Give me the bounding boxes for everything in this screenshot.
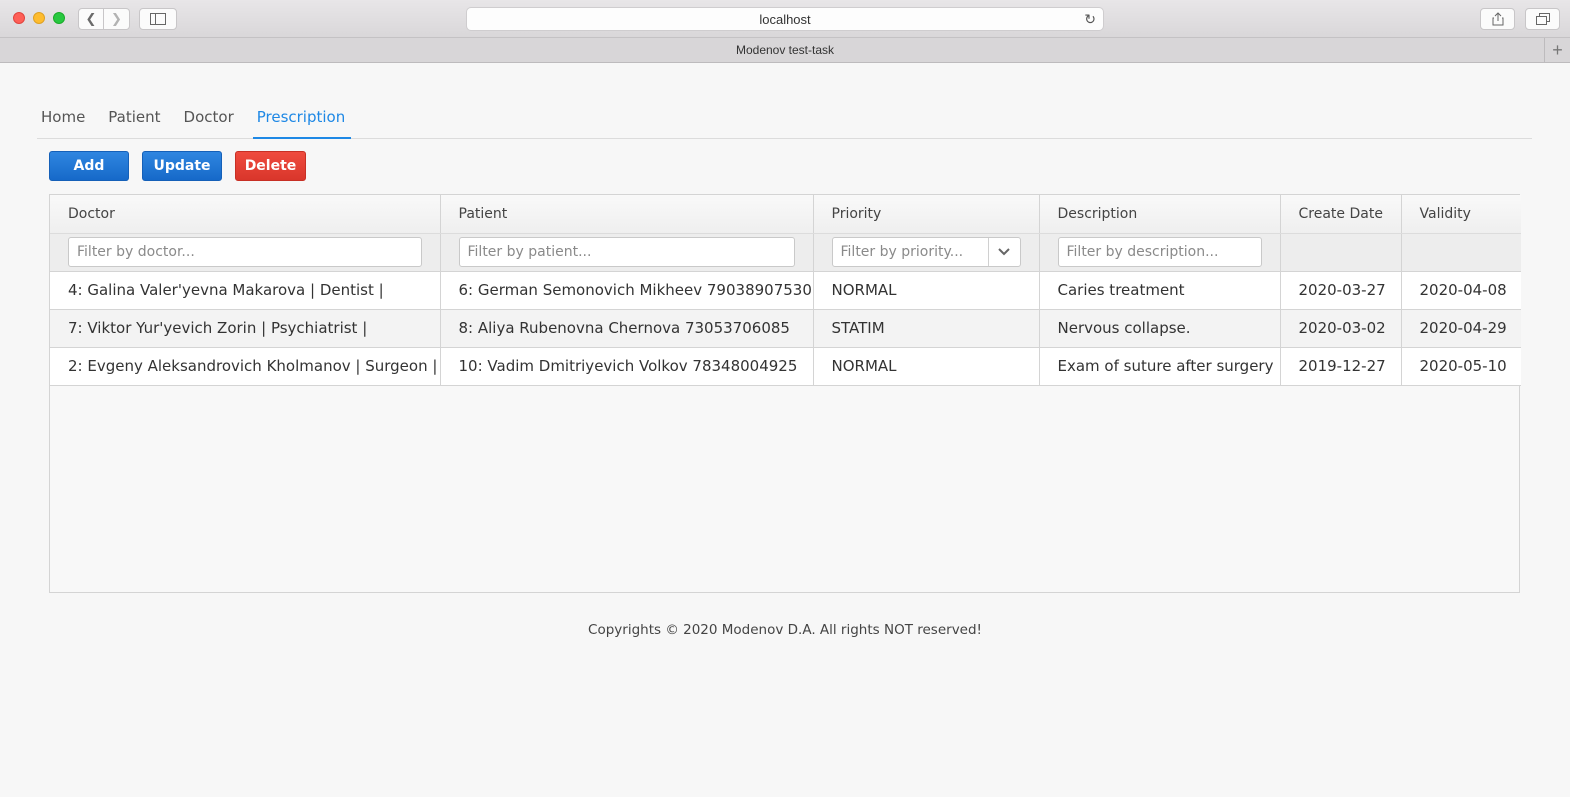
browser-tab-bar: Modenov test-task + bbox=[0, 38, 1570, 63]
chevron-down-icon[interactable] bbox=[987, 238, 1020, 266]
add-button[interactable]: Add bbox=[49, 151, 129, 181]
patient-filter-input[interactable]: Filter by patient... bbox=[458, 237, 795, 267]
cell-description: Exam of suture after surgery bbox=[1039, 347, 1281, 386]
table-row[interactable]: 4: Galina Valer'yevna Makarova | Dentist… bbox=[50, 271, 1521, 310]
zoom-window-button[interactable] bbox=[53, 12, 65, 24]
chevron-left-icon: ❮ bbox=[85, 11, 97, 27]
address-bar[interactable]: localhost ↻ bbox=[466, 7, 1104, 31]
prescription-table: Doctor Patient Priority Description Crea… bbox=[50, 195, 1521, 386]
new-tab-button[interactable]: + bbox=[1544, 38, 1570, 62]
cell-validity: 2020-04-08 bbox=[1401, 271, 1521, 310]
browser-toolbar: ❮ ❯ localhost ↻ bbox=[0, 0, 1570, 38]
reload-icon[interactable]: ↻ bbox=[1084, 11, 1096, 28]
priority-filter-placeholder: Filter by priority... bbox=[840, 244, 964, 260]
filter-row: Filter by doctor... Filter by patient...… bbox=[50, 233, 1521, 272]
column-header-create-date[interactable]: Create Date bbox=[1280, 195, 1402, 234]
table-row[interactable]: 2: Evgeny Aleksandrovich Kholmanov | Sur… bbox=[50, 347, 1521, 386]
cell-patient: 8: Aliya Rubenovna Chernova 73053706085 bbox=[440, 309, 814, 348]
cell-doctor: 4: Galina Valer'yevna Makarova | Dentist… bbox=[50, 271, 441, 310]
tab-doctor[interactable]: Doctor bbox=[180, 98, 240, 139]
filter-cell bbox=[1401, 233, 1521, 272]
action-toolbar: Add Update Delete bbox=[49, 151, 306, 181]
filter-cell: Filter by patient... bbox=[440, 233, 814, 272]
back-button[interactable]: ❮ bbox=[78, 8, 104, 30]
footer-copyright: Copyrights © 2020 Modenov D.A. All right… bbox=[588, 622, 982, 638]
main-tabs: Home Patient Doctor Prescription bbox=[37, 98, 1532, 139]
tabs-icon bbox=[1535, 13, 1550, 25]
plus-icon: + bbox=[1552, 39, 1563, 60]
header-row: Doctor Patient Priority Description Crea… bbox=[50, 195, 1521, 234]
sidebar-icon bbox=[150, 13, 166, 25]
tab-prescription[interactable]: Prescription bbox=[252, 98, 352, 139]
update-button[interactable]: Update bbox=[142, 151, 222, 181]
column-header-validity[interactable]: Validity bbox=[1401, 195, 1521, 234]
cell-create-date: 2020-03-02 bbox=[1280, 309, 1402, 348]
column-header-patient[interactable]: Patient bbox=[440, 195, 814, 234]
filter-cell: Filter by priority... bbox=[813, 233, 1040, 272]
priority-filter-select[interactable]: Filter by priority... bbox=[831, 237, 1021, 267]
share-button[interactable] bbox=[1480, 8, 1515, 30]
tab-home[interactable]: Home bbox=[37, 98, 91, 139]
cell-validity: 2020-05-10 bbox=[1401, 347, 1521, 386]
filter-cell: Filter by description... bbox=[1039, 233, 1281, 272]
cell-patient: 6: German Semonovich Mikheev 79038907530 bbox=[440, 271, 814, 310]
cell-priority: STATIM bbox=[813, 309, 1040, 348]
cell-create-date: 2020-03-27 bbox=[1280, 271, 1402, 310]
chevron-right-icon: ❯ bbox=[111, 11, 122, 27]
column-header-doctor[interactable]: Doctor bbox=[50, 195, 441, 234]
url-text: localhost bbox=[759, 11, 811, 27]
close-window-button[interactable] bbox=[13, 12, 25, 24]
filter-cell: Filter by doctor... bbox=[50, 233, 441, 272]
show-tabs-button[interactable] bbox=[1525, 8, 1560, 30]
sidebar-toggle-button[interactable] bbox=[139, 8, 177, 30]
minimize-window-button[interactable] bbox=[33, 12, 45, 24]
browser-tab-title[interactable]: Modenov test-task bbox=[736, 43, 834, 57]
delete-button[interactable]: Delete bbox=[235, 151, 306, 181]
cell-doctor: 7: Viktor Yur'yevich Zorin | Psychiatris… bbox=[50, 309, 441, 348]
cell-patient: 10: Vadim Dmitriyevich Volkov 7834800492… bbox=[440, 347, 814, 386]
description-filter-input[interactable]: Filter by description... bbox=[1057, 237, 1262, 267]
tab-patient[interactable]: Patient bbox=[104, 98, 166, 139]
column-header-priority[interactable]: Priority bbox=[813, 195, 1040, 234]
forward-button[interactable]: ❯ bbox=[104, 8, 130, 30]
cell-priority: NORMAL bbox=[813, 347, 1040, 386]
cell-doctor: 2: Evgeny Aleksandrovich Kholmanov | Sur… bbox=[50, 347, 441, 386]
prescription-grid: Doctor Patient Priority Description Crea… bbox=[49, 194, 1521, 593]
column-header-description[interactable]: Description bbox=[1039, 195, 1281, 234]
cell-create-date: 2019-12-27 bbox=[1280, 347, 1402, 386]
filter-cell bbox=[1280, 233, 1402, 272]
share-icon bbox=[1492, 12, 1503, 26]
doctor-filter-input[interactable]: Filter by doctor... bbox=[68, 237, 422, 267]
cell-validity: 2020-04-29 bbox=[1401, 309, 1521, 348]
cell-description: Caries treatment bbox=[1039, 271, 1281, 310]
cell-description: Nervous collapse. bbox=[1039, 309, 1281, 348]
table-row[interactable]: 7: Viktor Yur'yevich Zorin | Psychiatris… bbox=[50, 309, 1521, 348]
cell-priority: NORMAL bbox=[813, 271, 1040, 310]
